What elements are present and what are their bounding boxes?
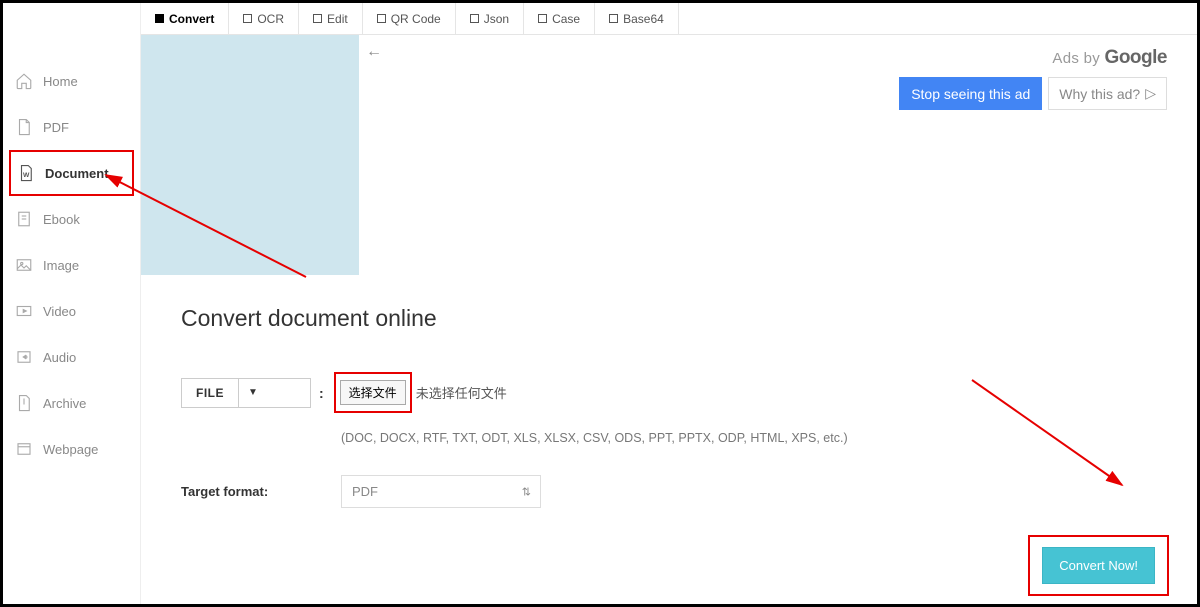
sidebar-item-pdf[interactable]: PDF xyxy=(3,104,140,150)
home-icon xyxy=(15,72,33,90)
audio-icon xyxy=(15,348,33,366)
video-icon xyxy=(15,302,33,320)
tab-label: Convert xyxy=(169,12,214,26)
sidebar-item-ebook[interactable]: Ebook xyxy=(3,196,140,242)
tab-qrcode[interactable]: QR Code xyxy=(363,3,456,34)
page-title: Convert document online xyxy=(181,305,1157,332)
sidebar-item-label: Archive xyxy=(43,396,86,411)
square-icon xyxy=(155,14,164,23)
webpage-icon xyxy=(15,440,33,458)
sidebar-item-webpage[interactable]: Webpage xyxy=(3,426,140,472)
format-hint: (DOC, DOCX, RTF, TXT, ODT, XLS, XLSX, CS… xyxy=(341,431,1157,445)
sidebar: Home PDF W Document Ebook Image Video Au… xyxy=(3,3,141,604)
tab-base64[interactable]: Base64 xyxy=(595,3,679,34)
sidebar-item-label: Audio xyxy=(43,350,76,365)
image-icon xyxy=(15,256,33,274)
no-file-text: 未选择任何文件 xyxy=(416,383,507,402)
ads-brand: Google xyxy=(1105,47,1167,68)
ad-area: ← Ads by Google Stop seeing this ad Why … xyxy=(141,35,1197,275)
svg-text:W: W xyxy=(23,172,30,179)
sidebar-item-document[interactable]: W Document xyxy=(9,150,134,196)
sidebar-item-video[interactable]: Video xyxy=(3,288,140,334)
why-ad-label: Why this ad? xyxy=(1059,86,1140,102)
pdf-icon xyxy=(15,118,33,136)
file-source-label: FILE ▼ xyxy=(181,378,311,408)
tab-label: QR Code xyxy=(391,12,441,26)
archive-icon xyxy=(15,394,33,412)
highlight-box: Convert Now! xyxy=(1028,535,1169,596)
square-icon xyxy=(313,14,322,23)
file-source-dropdown[interactable]: ▼ xyxy=(239,380,267,405)
square-icon xyxy=(377,14,386,23)
tabs: Convert OCR Edit QR Code Json Case Base6… xyxy=(141,3,1197,35)
stop-ad-button[interactable]: Stop seeing this ad xyxy=(899,77,1042,110)
tab-edit[interactable]: Edit xyxy=(299,3,363,34)
main-area: Convert OCR Edit QR Code Json Case Base6… xyxy=(141,3,1197,604)
ads-prefix: Ads by xyxy=(1052,50,1104,67)
tab-label: OCR xyxy=(257,12,284,26)
square-icon xyxy=(243,14,252,23)
tab-label: Base64 xyxy=(623,12,664,26)
square-icon xyxy=(470,14,479,23)
sidebar-item-image[interactable]: Image xyxy=(3,242,140,288)
why-ad-button[interactable]: Why this ad? ▷ xyxy=(1048,77,1167,110)
choose-file-button[interactable]: 选择文件 xyxy=(340,380,406,405)
file-source-button[interactable]: FILE xyxy=(182,379,239,407)
tab-case[interactable]: Case xyxy=(524,3,595,34)
tab-label: Json xyxy=(484,12,509,26)
tab-json[interactable]: Json xyxy=(456,3,524,34)
tab-label: Edit xyxy=(327,12,348,26)
tab-convert[interactable]: Convert xyxy=(141,3,229,34)
back-arrow-icon[interactable]: ← xyxy=(366,43,382,61)
sidebar-item-label: Home xyxy=(43,74,78,89)
ads-by-label: Ads by Google xyxy=(899,47,1167,69)
tab-ocr[interactable]: OCR xyxy=(229,3,299,34)
sidebar-item-label: Image xyxy=(43,258,79,273)
target-format-select[interactable]: PDF xyxy=(341,475,541,508)
square-icon xyxy=(538,14,547,23)
form-area: Convert document online FILE ▼ : 选择文件 未选… xyxy=(141,275,1197,604)
sidebar-item-label: Ebook xyxy=(43,212,80,227)
ebook-icon xyxy=(15,210,33,228)
target-format-label: Target format: xyxy=(181,484,311,499)
sidebar-item-label: Webpage xyxy=(43,442,98,457)
adchoices-icon: ▷ xyxy=(1145,85,1156,102)
sidebar-item-label: Document xyxy=(45,166,109,181)
tab-label: Case xyxy=(552,12,580,26)
sidebar-item-label: Video xyxy=(43,304,76,319)
convert-now-button[interactable]: Convert Now! xyxy=(1042,547,1155,584)
sidebar-item-label: PDF xyxy=(43,120,69,135)
square-icon xyxy=(609,14,618,23)
colon: : xyxy=(319,385,324,401)
sidebar-item-home[interactable]: Home xyxy=(3,58,140,104)
highlight-box: 选择文件 xyxy=(334,372,412,413)
sidebar-item-archive[interactable]: Archive xyxy=(3,380,140,426)
ad-placeholder xyxy=(141,35,359,275)
doc-icon: W xyxy=(17,164,35,182)
sidebar-item-audio[interactable]: Audio xyxy=(3,334,140,380)
